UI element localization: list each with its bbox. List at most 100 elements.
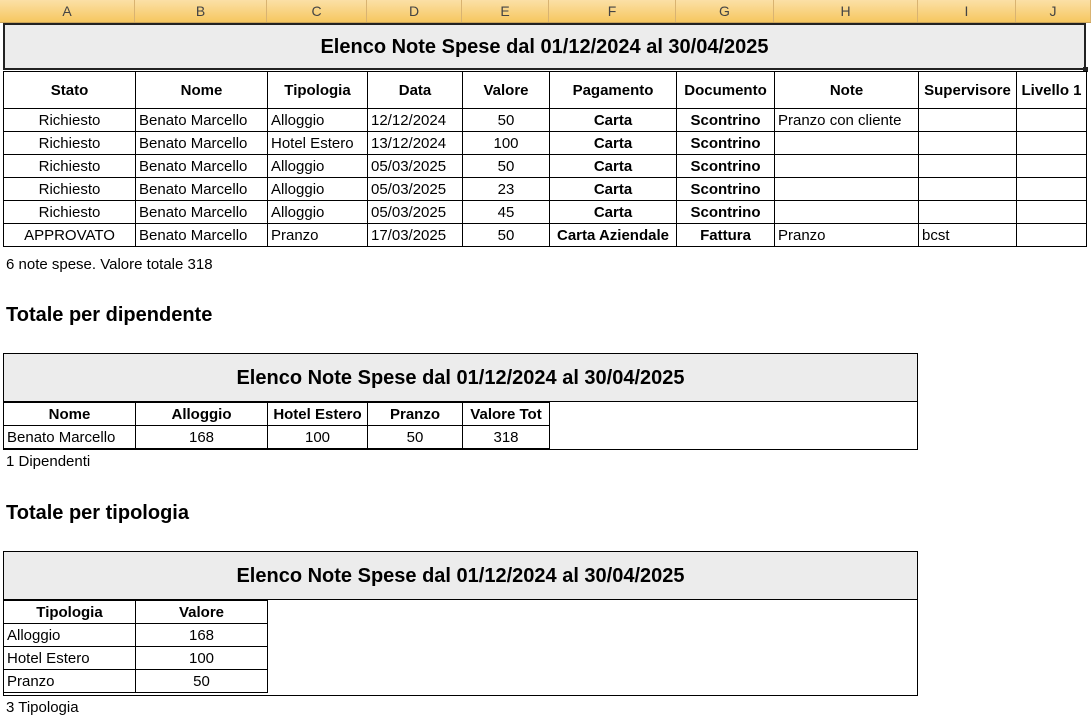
cell-stato[interactable]: Richiesto <box>3 108 136 132</box>
cell-tipologia[interactable]: Alloggio <box>267 108 368 132</box>
cell-supervisore[interactable] <box>918 131 1017 155</box>
cell-note[interactable]: Pranzo con cliente <box>774 108 919 132</box>
header-tipologia[interactable]: Tipologia <box>267 71 368 109</box>
cell-pagamento[interactable]: Carta <box>549 108 677 132</box>
cell-pagamento[interactable]: Carta <box>549 131 677 155</box>
column-header-j[interactable]: J <box>1016 0 1091 22</box>
cell-tipologia[interactable]: Pranzo <box>3 669 136 693</box>
cell-valore[interactable]: 50 <box>462 154 550 178</box>
header-alloggio[interactable]: Alloggio <box>135 402 268 426</box>
cell-supervisore[interactable] <box>918 108 1017 132</box>
cell-supervisore[interactable] <box>918 154 1017 178</box>
header-pagamento[interactable]: Pagamento <box>549 71 677 109</box>
cell-valore[interactable]: 50 <box>462 223 550 247</box>
cell-documento[interactable]: Scontrino <box>676 154 775 178</box>
cell-stato[interactable]: Richiesto <box>3 131 136 155</box>
cell-stato[interactable]: APPROVATO <box>3 223 136 247</box>
cell-data[interactable]: 05/03/2025 <box>367 177 463 201</box>
cell-valore[interactable]: 100 <box>135 646 268 670</box>
header-data[interactable]: Data <box>367 71 463 109</box>
column-header-a[interactable]: A <box>0 0 135 22</box>
main-report-title-cell[interactable]: Elenco Note Spese dal 01/12/2024 al 30/0… <box>3 23 1086 70</box>
header-valore-tot[interactable]: Valore Tot <box>462 402 550 426</box>
cell-pagamento[interactable]: Carta Aziendale <box>549 223 677 247</box>
column-header-c[interactable]: C <box>267 0 367 22</box>
cell-valore[interactable]: 50 <box>462 108 550 132</box>
cell-nome[interactable]: Benato Marcello <box>3 425 136 449</box>
column-header-b[interactable]: B <box>135 0 267 22</box>
cell-pagamento[interactable]: Carta <box>549 154 677 178</box>
cell-documento[interactable]: Scontrino <box>676 131 775 155</box>
column-header-f[interactable]: F <box>549 0 676 22</box>
header-nome[interactable]: Nome <box>3 402 136 426</box>
cell-nome[interactable]: Benato Marcello <box>135 223 268 247</box>
header-pranzo[interactable]: Pranzo <box>367 402 463 426</box>
cell-supervisore[interactable] <box>918 177 1017 201</box>
cell-hotel-estero[interactable]: 100 <box>267 425 368 449</box>
cell-pagamento[interactable]: Carta <box>549 177 677 201</box>
cell-tipologia[interactable]: Pranzo <box>267 223 368 247</box>
cell-pagamento[interactable]: Carta <box>549 200 677 224</box>
header-documento[interactable]: Documento <box>676 71 775 109</box>
cell-livello-1[interactable] <box>1016 131 1087 155</box>
cell-nome[interactable]: Benato Marcello <box>135 177 268 201</box>
cell-data[interactable]: 05/03/2025 <box>367 154 463 178</box>
cell-tipologia[interactable]: Alloggio <box>267 154 368 178</box>
cell-documento[interactable]: Scontrino <box>676 177 775 201</box>
cell-note[interactable]: Pranzo <box>774 223 919 247</box>
cell-valore[interactable]: 168 <box>135 623 268 647</box>
cell-data[interactable]: 17/03/2025 <box>367 223 463 247</box>
cell-valore[interactable]: 100 <box>462 131 550 155</box>
cell-valore[interactable]: 23 <box>462 177 550 201</box>
cell-data[interactable]: 12/12/2024 <box>367 108 463 132</box>
cell-livello-1[interactable] <box>1016 108 1087 132</box>
cell-alloggio[interactable]: 168 <box>135 425 268 449</box>
column-header-d[interactable]: D <box>367 0 462 22</box>
header-stato[interactable]: Stato <box>3 71 136 109</box>
header-hotel-estero[interactable]: Hotel Estero <box>267 402 368 426</box>
cell-documento[interactable]: Scontrino <box>676 200 775 224</box>
cell-stato[interactable]: Richiesto <box>3 154 136 178</box>
cell-nome[interactable]: Benato Marcello <box>135 108 268 132</box>
cell-data[interactable]: 05/03/2025 <box>367 200 463 224</box>
cell-documento[interactable]: Scontrino <box>676 108 775 132</box>
header-supervisore[interactable]: Supervisore <box>918 71 1017 109</box>
cell-nome[interactable]: Benato Marcello <box>135 200 268 224</box>
cell-tipologia[interactable]: Alloggio <box>3 623 136 647</box>
cell-livello-1[interactable] <box>1016 177 1087 201</box>
cell-pranzo[interactable]: 50 <box>367 425 463 449</box>
column-header-i[interactable]: I <box>918 0 1016 22</box>
cell-tipologia[interactable]: Alloggio <box>267 177 368 201</box>
cell-note[interactable] <box>774 154 919 178</box>
column-header-g[interactable]: G <box>676 0 774 22</box>
cell-tipologia[interactable]: Hotel Estero <box>267 131 368 155</box>
cell-stato[interactable]: Richiesto <box>3 177 136 201</box>
header-tipologia[interactable]: Tipologia <box>3 600 136 624</box>
cell-stato[interactable]: Richiesto <box>3 200 136 224</box>
cell-valore[interactable]: 50 <box>135 669 268 693</box>
cell-note[interactable] <box>774 131 919 155</box>
header-valore[interactable]: Valore <box>462 71 550 109</box>
cell-note[interactable] <box>774 200 919 224</box>
cell-livello-1[interactable] <box>1016 223 1087 247</box>
cell-supervisore[interactable] <box>918 200 1017 224</box>
cell-documento[interactable]: Fattura <box>676 223 775 247</box>
cell-valore[interactable]: 45 <box>462 200 550 224</box>
cell-nome[interactable]: Benato Marcello <box>135 131 268 155</box>
type-report-title-cell[interactable]: Elenco Note Spese dal 01/12/2024 al 30/0… <box>3 551 918 600</box>
cell-livello-1[interactable] <box>1016 154 1087 178</box>
header-note[interactable]: Note <box>774 71 919 109</box>
header-valore[interactable]: Valore <box>135 600 268 624</box>
cell-livello-1[interactable] <box>1016 200 1087 224</box>
employee-report-title-cell[interactable]: Elenco Note Spese dal 01/12/2024 al 30/0… <box>3 353 918 402</box>
header-nome[interactable]: Nome <box>135 71 268 109</box>
cell-note[interactable] <box>774 177 919 201</box>
cell-tipologia[interactable]: Alloggio <box>267 200 368 224</box>
cell-valore-tot[interactable]: 318 <box>462 425 550 449</box>
cell-tipologia[interactable]: Hotel Estero <box>3 646 136 670</box>
column-header-e[interactable]: E <box>462 0 549 22</box>
column-header-h[interactable]: H <box>774 0 918 22</box>
cell-nome[interactable]: Benato Marcello <box>135 154 268 178</box>
header-livello-1[interactable]: Livello 1 <box>1016 71 1087 109</box>
cell-data[interactable]: 13/12/2024 <box>367 131 463 155</box>
